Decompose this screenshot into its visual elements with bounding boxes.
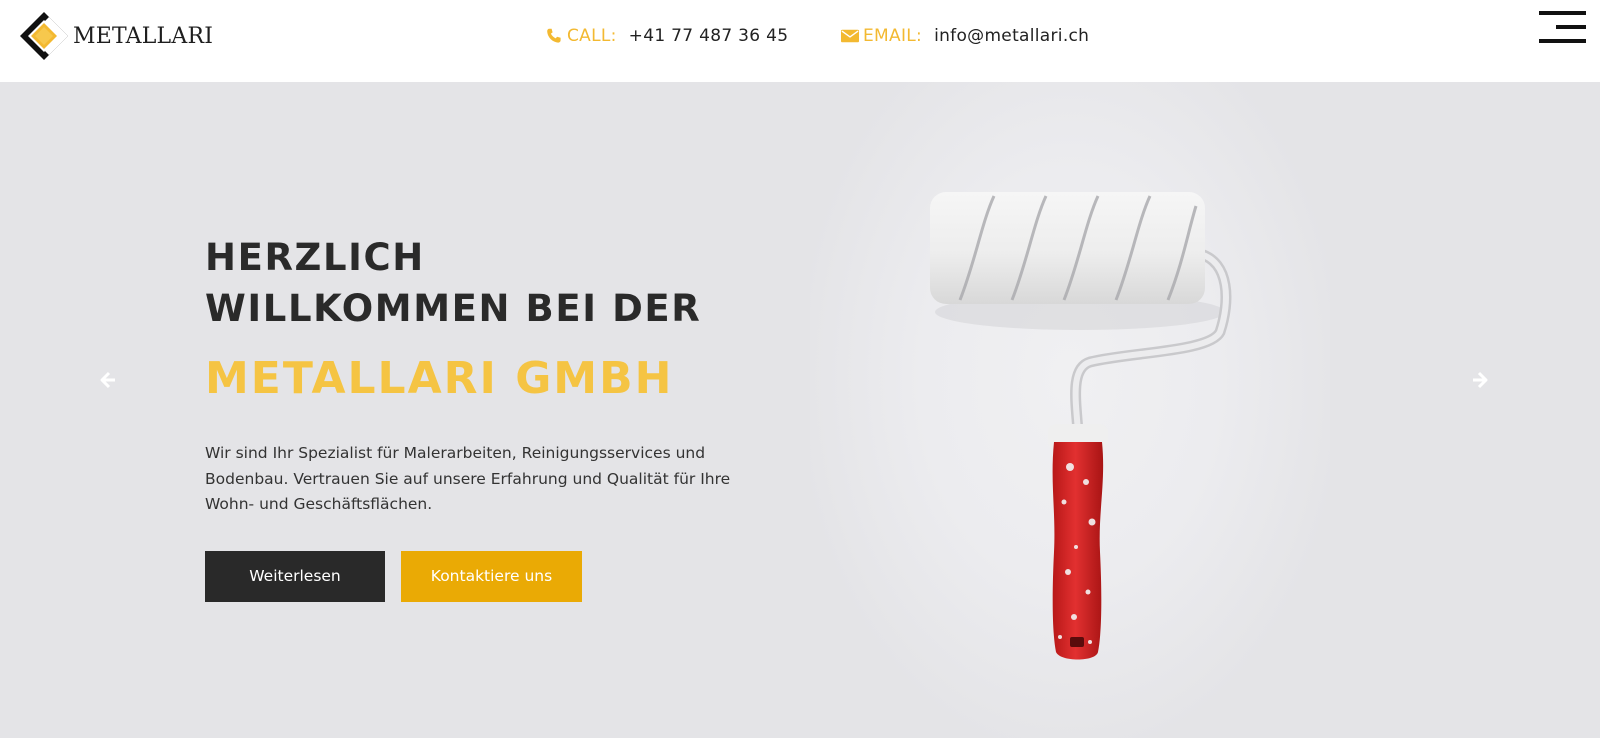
hamburger-menu-icon[interactable] [1536,8,1590,48]
envelope-icon [841,27,859,45]
hero-content: HERZLICH WILLKOMMEN BEI DER METALLARI GM… [205,232,765,602]
read-more-button[interactable]: Weiterlesen [205,550,385,602]
hero-title-line-1: HERZLICH [205,236,425,279]
phone-contact[interactable]: CALL: +41 77 487 36 45 [545,24,788,48]
arrow-right-icon[interactable] [1469,369,1491,391]
logo[interactable]: METALLARI [19,11,213,61]
hero-description: Wir sind Ihr Spezialist für Malerarbeite… [205,444,731,513]
menu-bar-top [1539,11,1586,15]
hero-buttons: Weiterlesen Kontaktiere uns [205,550,765,602]
phone-number[interactable]: +41 77 487 36 45 [629,26,789,46]
arrow-left-icon[interactable] [97,369,119,391]
email-contact[interactable]: EMAIL: info@metallari.ch [841,24,1089,48]
contact-us-button[interactable]: Kontaktiere uns [401,550,582,602]
menu-bar-bottom [1539,39,1586,43]
logo-diamond-icon [20,12,68,60]
paint-roller-image [930,192,1232,660]
site-header: METALLARI CALL: +41 77 487 36 45 EMAIL: … [0,0,1600,82]
email-label: EMAIL: [863,26,923,46]
logo-text: METALLARI [73,23,214,49]
phone-icon [545,27,563,45]
hero-slider: HERZLICH WILLKOMMEN BEI DER METALLARI GM… [0,82,1600,738]
phone-label: CALL: [567,26,617,46]
email-address[interactable]: info@metallari.ch [934,26,1089,46]
hero-title-line-2: WILLKOMMEN BEI DER [205,287,702,330]
menu-bar-middle [1556,25,1586,29]
hero-title: HERZLICH WILLKOMMEN BEI DER [205,232,765,334]
hero-brand: METALLARI GMBH [205,353,674,404]
